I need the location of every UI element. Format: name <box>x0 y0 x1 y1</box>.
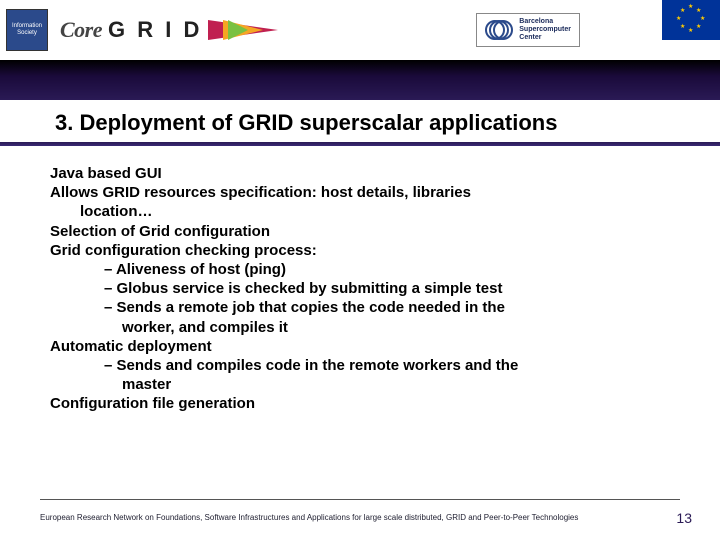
bullet-level1: Automatic deployment <box>50 337 680 356</box>
bsc-rings-icon <box>485 18 513 42</box>
bsc-line: Supercomputer <box>519 26 571 34</box>
footer-divider <box>40 499 680 500</box>
bsc-line: Center <box>519 34 571 42</box>
logo-grid-text: G R I D <box>108 17 202 43</box>
bsc-logo: Barcelona Supercomputer Center <box>476 13 580 47</box>
coregrid-logo: Core G R I D <box>60 17 248 43</box>
logo-core-text: Core <box>60 17 102 43</box>
bullet-level1: Java based GUI <box>50 164 680 183</box>
bullet-level2: Aliveness of host (ping) <box>50 260 680 279</box>
bsc-text: Barcelona Supercomputer Center <box>519 18 571 41</box>
bullet-level2-cont: master <box>50 375 680 394</box>
information-society-logo: Information Society <box>6 9 48 51</box>
bullet-level2: Globus service is checked by submitting … <box>50 279 680 298</box>
slide-body: Java based GUI Allows GRID resources spe… <box>0 146 720 413</box>
bullet-level1: Grid configuration checking process: <box>50 241 680 260</box>
page-number: 13 <box>676 510 692 526</box>
bullet-level1-cont: location… <box>50 202 680 221</box>
bullet-level2: Sends a remote job that copies the code … <box>50 298 680 317</box>
header-dark-band <box>0 60 720 100</box>
bullet-level1: Allows GRID resources specification: hos… <box>50 183 680 202</box>
logo-triangle-icon <box>228 20 248 40</box>
slide-title: 3. Deployment of GRID superscalar applic… <box>0 100 720 142</box>
bullet-level1: Configuration file generation <box>50 394 680 413</box>
bsc-line: Barcelona <box>519 18 571 26</box>
eu-flag-icon: ★ ★ ★ ★ ★ ★ ★ ★ <box>662 0 720 40</box>
bullet-level2: Sends and compiles code in the remote wo… <box>50 356 680 375</box>
footer-text: European Research Network on Foundations… <box>40 513 578 522</box>
bullet-level2-cont: worker, and compiles it <box>50 318 680 337</box>
bullet-level1: Selection of Grid configuration <box>50 222 680 241</box>
header-bar: Information Society Core G R I D Barcelo… <box>0 0 720 60</box>
